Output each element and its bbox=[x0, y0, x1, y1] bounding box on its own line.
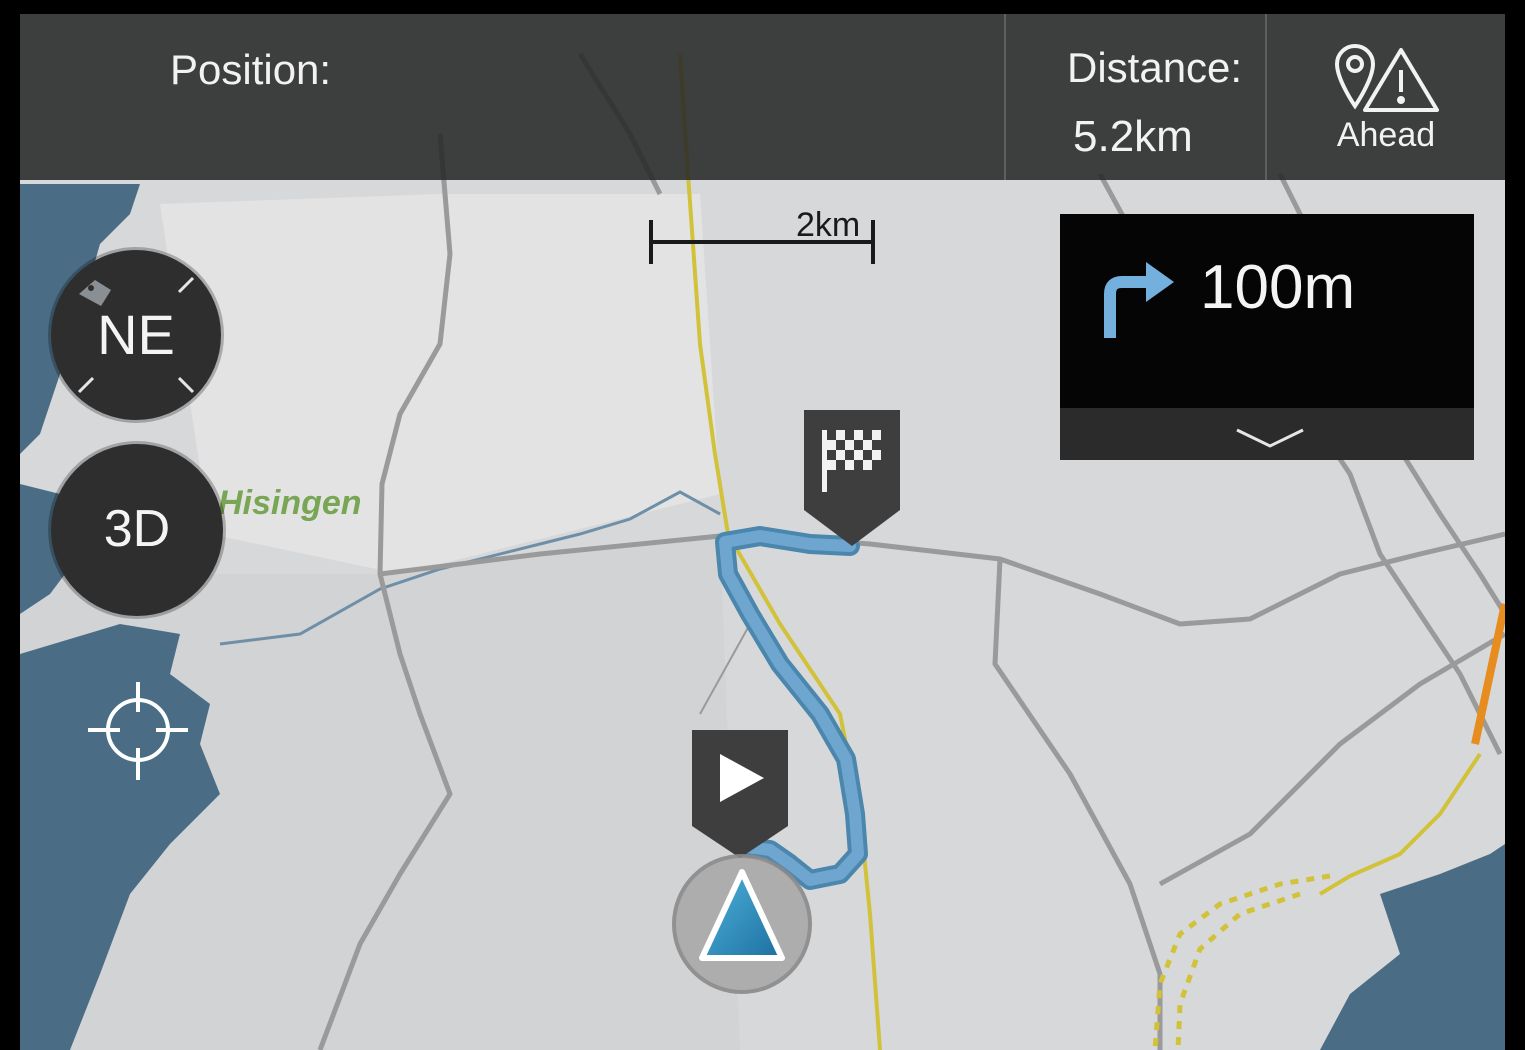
view-mode-button[interactable]: 3D bbox=[51, 444, 223, 616]
pin-icon bbox=[1334, 44, 1376, 110]
ahead-label: Ahead bbox=[1336, 116, 1436, 154]
turn-right-arrow-icon bbox=[1104, 262, 1174, 338]
play-marker[interactable] bbox=[692, 730, 788, 860]
crosshair-icon[interactable] bbox=[84, 676, 194, 786]
next-turn-panel[interactable]: 100m bbox=[1060, 214, 1474, 460]
position-label: Position: bbox=[170, 46, 332, 93]
turn-distance: 100m bbox=[1200, 253, 1356, 322]
scale-label: 2km bbox=[796, 206, 861, 244]
compass-button[interactable]: NE bbox=[51, 250, 221, 420]
ahead-icons bbox=[1334, 44, 1439, 112]
place-label: Hisingen bbox=[218, 484, 362, 522]
chevron-down-icon[interactable] bbox=[1235, 426, 1305, 450]
warning-icon bbox=[1363, 48, 1439, 112]
destination-marker[interactable] bbox=[804, 410, 900, 550]
vehicle-position-icon bbox=[672, 854, 812, 994]
view-mode-label: 3D bbox=[103, 500, 171, 558]
info-bar: Position: Distance: 5.2km Ahead bbox=[20, 14, 1505, 180]
distance-block: Distance: 5.2km bbox=[1005, 14, 1265, 180]
navigation-screen: Position: Distance: 5.2km Ahead 2km Hisi… bbox=[20, 14, 1505, 1050]
compass-heading: NE bbox=[97, 303, 175, 366]
ahead-button[interactable]: Ahead bbox=[1267, 14, 1505, 180]
distance-label: Distance: bbox=[1067, 44, 1243, 91]
distance-value: 5.2km bbox=[1073, 112, 1193, 161]
